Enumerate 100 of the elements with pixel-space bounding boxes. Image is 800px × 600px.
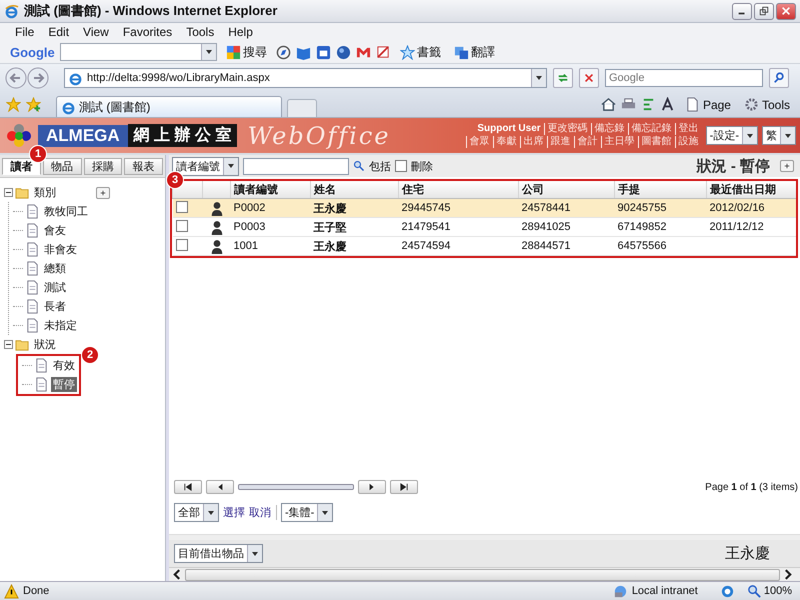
tree-item[interactable]: 未指定 — [42, 318, 79, 333]
plus-icon[interactable] — [784, 163, 790, 169]
search-field-select[interactable]: 讀者編號 — [172, 156, 239, 176]
header-link[interactable]: 登出 — [674, 123, 702, 135]
header-link[interactable]: 備忘錄 — [590, 123, 628, 135]
search-icon[interactable] — [773, 72, 785, 84]
plus-icon[interactable] — [100, 190, 106, 196]
menu-item[interactable]: Favorites — [116, 25, 180, 39]
menu-item[interactable]: Tools — [179, 25, 222, 39]
language-select[interactable]: 繁 — [762, 126, 796, 145]
document-icon[interactable] — [684, 97, 700, 112]
next-page-button[interactable] — [358, 480, 386, 494]
dropdown-arrow-icon[interactable] — [227, 162, 235, 170]
search-icon[interactable] — [353, 160, 365, 172]
tree-item[interactable]: 暫停 — [51, 377, 77, 392]
refresh-button[interactable] — [553, 68, 573, 88]
gear-icon[interactable] — [744, 97, 759, 112]
tree-item[interactable]: 類別 — [32, 185, 58, 200]
add-button[interactable] — [96, 186, 110, 198]
dropdown-arrow-icon[interactable] — [746, 132, 754, 140]
sidebar-tab[interactable]: 報表 — [124, 158, 163, 175]
sidebar-tab[interactable]: 採購 — [84, 158, 122, 175]
scope-select[interactable]: 全部 — [174, 503, 219, 522]
column-header[interactable]: 住宅 — [398, 181, 518, 198]
first-page-icon[interactable] — [184, 483, 192, 491]
bookmarks-button[interactable]: 書籤 — [396, 44, 445, 60]
last-page-button[interactable] — [390, 480, 418, 494]
address-field[interactable]: http://delta:9998/wo/LibraryMain.aspx — [64, 68, 547, 88]
previous-page-button[interactable] — [206, 480, 234, 494]
select-link[interactable]: 選擇 — [223, 505, 245, 520]
search-input[interactable] — [243, 158, 349, 174]
dropdown-arrow-icon[interactable] — [204, 48, 213, 56]
compass-icon[interactable] — [276, 44, 291, 60]
row-checkbox[interactable] — [176, 200, 188, 212]
settings-select[interactable]: -設定- — [706, 126, 758, 145]
module-link[interactable]: 設施 — [674, 136, 702, 148]
tree-item[interactable]: 測試 — [42, 280, 68, 295]
column-header[interactable]: 讀者編號 — [230, 181, 310, 198]
zoom-button[interactable]: 100% — [746, 584, 792, 598]
header-link[interactable]: 備忘記錄 — [628, 123, 675, 135]
restore-button[interactable] — [754, 2, 774, 20]
tree-item[interactable]: 非會友 — [42, 242, 79, 257]
tree-item[interactable]: 總類 — [42, 261, 68, 276]
add-favorite-icon[interactable] — [26, 97, 41, 112]
translate-button[interactable]: 翻譯 — [450, 44, 499, 60]
sidebar-tab[interactable]: 物品 — [42, 158, 82, 175]
web-search-field[interactable]: Google — [605, 69, 763, 87]
tree-item[interactable]: 會友 — [42, 223, 68, 238]
page-slider[interactable] — [239, 485, 353, 489]
action-select[interactable]: -集體- — [281, 503, 334, 522]
page-menu-button[interactable]: Page — [680, 97, 735, 112]
page-icon[interactable] — [61, 100, 76, 114]
translate-icon[interactable] — [454, 44, 469, 60]
add-button[interactable] — [780, 160, 794, 172]
star-icon[interactable] — [400, 44, 415, 60]
dropdown-arrow-icon[interactable] — [784, 132, 792, 140]
previous-page-icon[interactable] — [216, 483, 224, 491]
scroll-left-icon[interactable] — [171, 569, 183, 580]
close-icon[interactable] — [781, 6, 791, 16]
stop-button[interactable] — [579, 68, 599, 88]
minimize-button[interactable] — [732, 2, 752, 20]
next-page-icon[interactable] — [368, 483, 376, 491]
cancel-link[interactable]: 取消 — [249, 505, 277, 520]
search-button[interactable]: 搜尋 — [222, 44, 271, 60]
popup-blocker-icon[interactable] — [376, 44, 391, 60]
first-page-button[interactable] — [174, 480, 202, 494]
browser-tab[interactable]: 測試 (圖書館) — [56, 96, 282, 117]
calendar-icon[interactable] — [316, 44, 331, 60]
tree-item[interactable]: 教牧同工 — [42, 204, 90, 219]
column-header[interactable]: 姓名 — [310, 181, 398, 198]
refresh-icon[interactable] — [557, 72, 569, 84]
text-size-icon[interactable] — [660, 97, 676, 112]
dropdown-arrow-icon[interactable] — [207, 508, 215, 516]
tree-item[interactable]: 狀況 — [32, 337, 58, 352]
column-header[interactable]: 最近借出日期 — [706, 181, 796, 198]
expander-icon[interactable] — [4, 188, 13, 197]
search-button[interactable] — [769, 68, 789, 88]
horizontal-scrollbar[interactable] — [169, 567, 800, 581]
search-field[interactable] — [60, 43, 217, 61]
column-header[interactable]: 公司 — [518, 181, 614, 198]
globe-icon[interactable] — [336, 44, 351, 60]
tree-item[interactable]: 有效 — [51, 358, 77, 373]
sidebar-tab[interactable]: 讀者 — [2, 158, 41, 175]
menu-item[interactable]: Edit — [41, 25, 76, 39]
module-link[interactable]: 主日學 — [600, 136, 638, 148]
home-icon[interactable] — [600, 97, 616, 112]
menu-item[interactable]: Help — [221, 25, 260, 39]
favorites-star-icon[interactable] — [6, 97, 21, 112]
restore-icon[interactable] — [759, 6, 769, 16]
close-button[interactable] — [776, 2, 796, 20]
column-header[interactable]: 手提 — [614, 181, 706, 198]
expander-icon[interactable] — [4, 340, 13, 349]
magnifier-icon[interactable] — [746, 584, 762, 598]
tree-item[interactable]: 長者 — [42, 299, 68, 314]
row-checkbox[interactable] — [176, 220, 188, 232]
tools-menu-button[interactable]: Tools — [740, 97, 794, 112]
dropdown-arrow-icon[interactable] — [535, 74, 543, 82]
protected-mode-icon[interactable] — [720, 584, 735, 598]
detail-select[interactable]: 目前借出物品 — [174, 544, 263, 563]
stop-icon[interactable] — [583, 72, 595, 84]
